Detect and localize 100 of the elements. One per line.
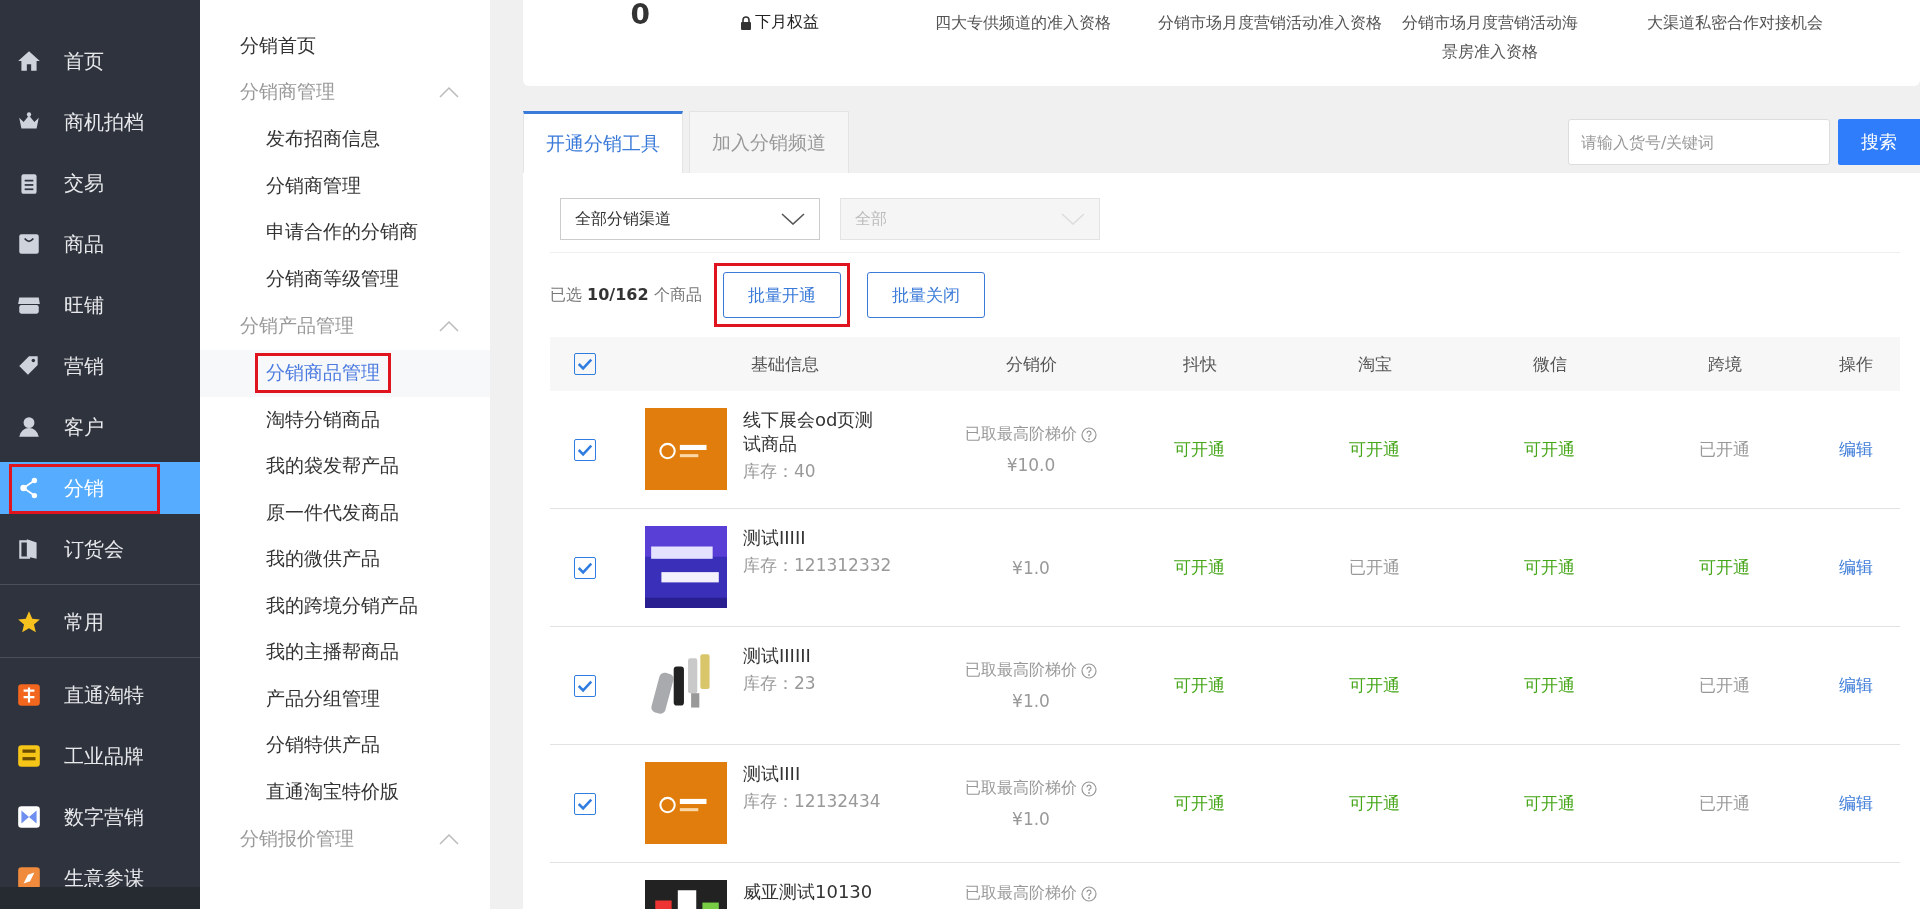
user-icon: [16, 414, 42, 440]
submenu-item[interactable]: 分销特供产品: [255, 725, 391, 766]
edit-link[interactable]: 编辑: [1839, 792, 1873, 815]
nav-item[interactable]: 客户: [0, 401, 200, 453]
bulk-button[interactable]: 批量关闭: [866, 272, 985, 318]
column-header: 抖快: [1182, 352, 1217, 376]
nav-item[interactable]: 营销: [0, 340, 200, 392]
nav-item[interactable]: 直通淘特: [0, 669, 200, 721]
help-icon[interactable]: [1081, 885, 1097, 902]
submenu-item[interactable]: 原一件代发商品: [255, 492, 410, 533]
column-header: 跨境: [1707, 352, 1742, 376]
submenu-item[interactable]: 我的微供产品: [255, 539, 391, 580]
caret-icon: [781, 213, 805, 225]
price-note: 已取最高阶梯价: [965, 778, 1077, 799]
submenu-item[interactable]: 申请合作的分销商: [255, 212, 429, 253]
nav-item[interactable]: 工业品牌: [0, 730, 200, 782]
channel-status: 可开通: [1349, 438, 1400, 461]
submenu-item[interactable]: 我的主播帮商品: [255, 632, 410, 673]
stock-text: 库存：12132434: [743, 790, 881, 813]
channel-status: 可开通: [1524, 438, 1575, 461]
channel-status: 已开通: [1349, 556, 1400, 579]
edit-link[interactable]: 编辑: [1839, 674, 1873, 697]
nav-item[interactable]: 首页: [0, 35, 200, 87]
channel-status: 可开通: [1174, 556, 1225, 579]
submenu-item[interactable]: 分销商品管理: [255, 353, 391, 394]
submenu-item[interactable]: 分销商等级管理: [255, 258, 410, 299]
benefit-text: 大渠道私密合作对接机会: [1646, 12, 1824, 34]
help-icon[interactable]: [1081, 426, 1097, 443]
channel-status: 可开通: [1349, 792, 1400, 815]
benefit-label: 下月权益: [755, 12, 819, 33]
star-icon: [16, 609, 42, 635]
count-value: 0: [629, 0, 650, 31]
product-name: 威亚测试10130: [743, 880, 873, 904]
submenu-item[interactable]: 直通淘宝特价版: [255, 771, 410, 812]
help-icon[interactable]: [1081, 780, 1097, 797]
bulk-button[interactable]: 批量开通: [722, 272, 841, 318]
price-note: 已取最高阶梯价: [965, 660, 1077, 681]
chevron-icon[interactable]: [438, 320, 460, 332]
nav-item[interactable]: 旺铺: [0, 279, 200, 331]
channel-status: 已开通: [1699, 792, 1750, 815]
channel-status: 可开通: [1524, 792, 1575, 815]
chevron-icon[interactable]: [438, 833, 460, 845]
submenu-item[interactable]: 发布招商信息: [255, 119, 391, 160]
stock-text: 库存：23: [743, 672, 816, 695]
butterfly-icon: [16, 804, 42, 830]
price-value: ¥1.0: [1012, 809, 1050, 829]
chevron-icon[interactable]: [438, 86, 460, 98]
row-checkbox[interactable]: [574, 792, 596, 815]
price-value: ¥1.0: [1012, 557, 1050, 578]
select-all-checkbox[interactable]: [574, 353, 596, 375]
submenu-item[interactable]: 我的袋发帮产品: [255, 446, 410, 487]
column-header: 微信: [1532, 352, 1567, 376]
channel-status: 可开通: [1349, 674, 1400, 697]
price-note: 已取最高阶梯价: [965, 424, 1077, 445]
bag-icon: [16, 231, 42, 257]
column-header: 淘宝: [1357, 352, 1392, 376]
edit-link[interactable]: 编辑: [1839, 556, 1873, 579]
channel-status: 可开通: [1524, 556, 1575, 579]
product-name: 测试IIIII: [743, 526, 807, 550]
row-checkbox[interactable]: [574, 674, 596, 697]
submenu-item[interactable]: 分销首页: [200, 22, 490, 68]
compass-icon: [16, 865, 42, 887]
column-header: 分销价: [1005, 352, 1057, 376]
submenu-item[interactable]: 产品分组管理: [255, 678, 391, 719]
tab[interactable]: 开通分销工具: [523, 111, 683, 173]
row-checkbox[interactable]: [574, 556, 596, 579]
column-header: 操作: [1839, 352, 1873, 376]
brand-badge-icon: [16, 743, 42, 769]
submenu-item[interactable]: 分销商管理: [255, 165, 372, 206]
channel-status: 已开通: [1699, 438, 1750, 461]
nav-item[interactable]: 商品: [0, 218, 200, 270]
help-icon[interactable]: [1081, 662, 1097, 679]
column-header: 基础信息: [751, 352, 819, 376]
price-value: ¥1.0: [1012, 691, 1050, 711]
nav-item[interactable]: 交易: [0, 157, 200, 209]
caret-icon: [1061, 213, 1085, 225]
channel-status: 可开通: [1699, 556, 1750, 579]
edit-link[interactable]: 编辑: [1839, 438, 1873, 461]
search-button[interactable]: 搜索: [1838, 119, 1920, 165]
nav-item[interactable]: 商机拍档: [0, 96, 200, 148]
stock-text: 库存：121312332: [743, 554, 892, 577]
channel-status: 已开通: [1699, 674, 1750, 697]
price-note: 已取最高阶梯价: [965, 883, 1077, 904]
row-checkbox[interactable]: [574, 438, 596, 461]
benefit-text: 分销市场月度营销活动海景房准入资格: [1401, 12, 1579, 63]
benefit-text: 分销市场月度营销活动准入资格: [1157, 12, 1383, 34]
dropdown[interactable]: 全部分销渠道: [560, 198, 820, 240]
nav-item[interactable]: 常用: [0, 596, 200, 648]
nav-item[interactable]: 生意参谋: [0, 852, 200, 887]
submenu-item[interactable]: 淘特分销商品: [255, 399, 391, 440]
benefit-text: 四大专供频道的准入资格: [933, 12, 1112, 34]
stock-text: 库存：40: [743, 460, 817, 483]
channel-status: 可开通: [1174, 674, 1225, 697]
search-field[interactable]: 请输入货号/关键词: [1568, 119, 1830, 165]
nav-item[interactable]: 数字营销: [0, 791, 200, 843]
product-name: 测试IIII: [743, 762, 802, 786]
nav-item[interactable]: 订货会: [0, 523, 200, 575]
channel-status: 可开通: [1174, 792, 1225, 815]
lock-icon: [740, 15, 752, 30]
submenu-item[interactable]: 我的跨境分销产品: [255, 585, 429, 626]
